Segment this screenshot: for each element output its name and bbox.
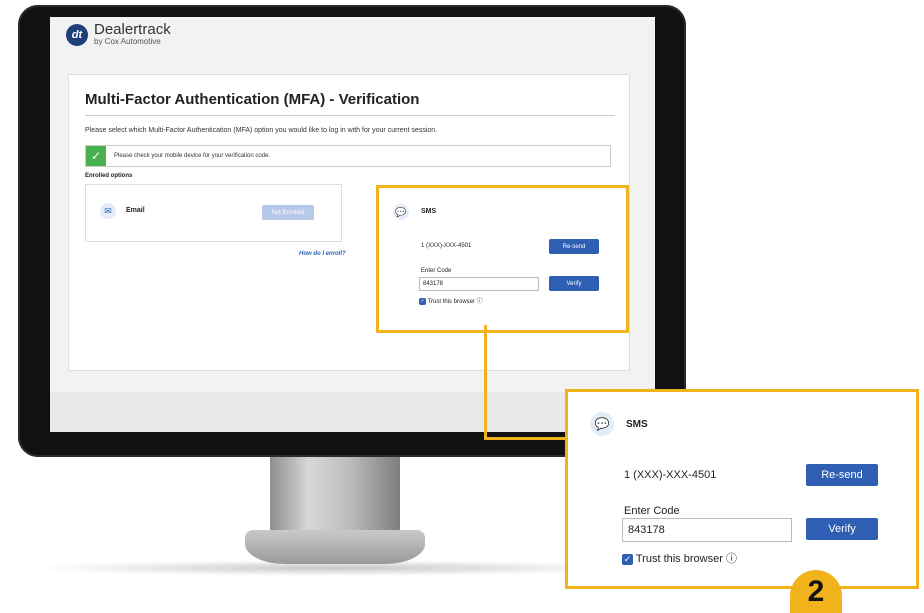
sms-phone-number: 1 (XXX)-XXX-4501 (421, 243, 472, 249)
zoomed-verification-code-input[interactable]: 843178 (622, 518, 792, 542)
zoomed-sms-label: SMS (626, 419, 648, 430)
intro-text: Please select which Multi-Factor Authent… (85, 127, 438, 134)
callout-connector-vertical (484, 325, 487, 440)
dealertrack-logo-icon: dt (66, 23, 88, 46)
verify-button[interactable]: Verify (549, 276, 599, 291)
page-title: Multi-Factor Authentication (MFA) - Veri… (85, 91, 420, 108)
zoomed-phone-number: 1 (XXX)-XXX-4501 (624, 469, 717, 481)
email-option[interactable]: ✉ Email Not Enrolled (85, 184, 342, 242)
zoomed-enter-code-label: Enter Code (624, 505, 680, 517)
zoomed-resend-button[interactable]: Re-send (806, 464, 878, 486)
zoomed-trust-browser-row: ✓ Trust this browser ⓘ (622, 550, 737, 566)
chat-bubble-icon: 💬 (393, 204, 409, 220)
zoomed-trust-browser-checkbox[interactable]: ✓ (622, 553, 633, 565)
how-do-i-enroll-link[interactable]: How do I enroll? (299, 251, 346, 257)
trust-browser-row: ✓ Trust this browser ⓘ (419, 296, 483, 305)
verification-notice: ✓ Please check your mobile device for yo… (85, 145, 611, 167)
monitor-screen: dt Dealertrack by Cox Automotive Multi-F… (50, 17, 655, 432)
monitor-stand-base (245, 530, 425, 564)
trust-browser-label: Trust this browser (427, 299, 476, 305)
brand-header: dt Dealertrack by Cox Automotive (66, 21, 171, 46)
mfa-card: Multi-Factor Authentication (MFA) - Veri… (68, 74, 630, 371)
zoomed-sms-panel: 💬 SMS 1 (XXX)-XXX-4501 Re-send Enter Cod… (565, 389, 919, 589)
resend-button[interactable]: Re-send (549, 239, 599, 254)
mail-icon: ✉ (100, 203, 116, 219)
zoomed-info-icon[interactable]: ⓘ (726, 553, 737, 565)
notice-text: Please check your mobile device for your… (114, 153, 271, 159)
info-icon[interactable]: ⓘ (477, 299, 483, 305)
zoomed-verify-button[interactable]: Verify (806, 518, 878, 540)
not-enrolled-button[interactable]: Not Enrolled (262, 205, 314, 220)
monitor-stand-neck (270, 457, 400, 532)
step-number-badge: 2 (790, 570, 842, 613)
checkmark-icon: ✓ (86, 146, 106, 166)
chat-bubble-icon: 💬 (590, 412, 614, 436)
trust-browser-checkbox[interactable]: ✓ (419, 297, 426, 305)
verification-code-input[interactable]: 843178 (419, 277, 539, 291)
sms-option[interactable]: 💬 SMS 1 (XXX)-XXX-4501 Re-send Enter Cod… (376, 185, 629, 333)
callout-connector-horizontal (484, 437, 566, 440)
brand-name: Dealertrack (94, 21, 171, 38)
enrolled-options-label: Enrolled options (85, 173, 133, 179)
brand-subtitle: by Cox Automotive (94, 37, 161, 46)
zoomed-trust-browser-label: Trust this browser (635, 553, 723, 565)
title-divider (85, 115, 615, 116)
enter-code-label: Enter Code (421, 268, 452, 274)
sms-option-label: SMS (421, 208, 437, 215)
email-option-label: Email (126, 207, 145, 214)
